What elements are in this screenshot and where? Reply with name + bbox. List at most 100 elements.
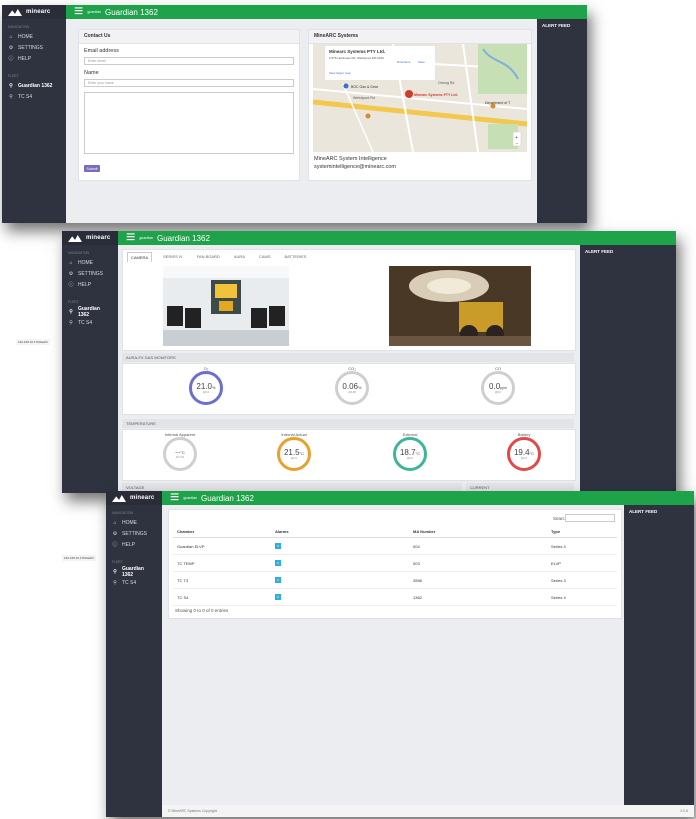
zoom-out-icon[interactable]: −	[516, 141, 519, 147]
tab-series-iv[interactable]: SERIES IV	[160, 252, 186, 262]
menu-icon[interactable]: ≡	[126, 231, 135, 247]
save-link[interactable]: Save	[418, 60, 425, 64]
topbar-subtitle: guardian	[87, 10, 101, 14]
home-icon: ⌂	[113, 519, 117, 526]
sidebar-item-home[interactable]: ⌂ HOME	[106, 517, 162, 528]
sidebar-item-guardian-1362[interactable]: ⚲ Guardian 1362	[2, 80, 66, 91]
sidebar-item-label: TC S4	[122, 579, 137, 586]
cell-type: Series 4	[547, 588, 617, 606]
gauge-internal-apparent: Internal Apparent ---°C 16 °C/h	[163, 432, 197, 471]
table-row[interactable]: Guardian ELVP 0 004 Series 4	[173, 537, 617, 555]
sidebar-item-home[interactable]: ⌂ HOME	[62, 257, 118, 268]
sidebar-item-help[interactable]: ⓘ HELP	[106, 539, 162, 550]
sidebar-item-help[interactable]: ⓘ HELP	[62, 279, 118, 290]
view-larger-map-link[interactable]: View larger map	[329, 71, 351, 75]
alert-feed-panel: ALERT FEED	[537, 19, 587, 223]
logo: minearc	[2, 5, 66, 19]
tab-aura[interactable]: AURA	[231, 252, 248, 262]
gear-icon: ⚙	[68, 270, 74, 277]
systems-header: MineARC Systems	[309, 30, 531, 44]
page-title: Guardian 1362	[104, 7, 158, 17]
table-row[interactable]: TC T3 0 3556 Series 3	[173, 571, 617, 589]
gauge-internal-actual: Internal Actual 21.5°C @0.0	[277, 432, 311, 471]
map-marker-label: Minearc Systems PTY Ltd.	[414, 93, 458, 97]
topbar-subtitle: guardian	[183, 496, 197, 500]
sidebar-item-home[interactable]: ⌂ HOME	[2, 31, 66, 42]
sidebar: minearc NAVIGATION ⌂ HOME ⚙ SETTINGS ⓘ HELP…	[106, 491, 162, 817]
message-textarea[interactable]	[84, 92, 294, 154]
menu-icon[interactable]: ≡	[170, 491, 179, 507]
sidebar-item-help[interactable]: ⓘ HELP	[2, 53, 66, 64]
column-header-chamber[interactable]: Chamber	[173, 526, 271, 538]
search-input[interactable]	[565, 514, 615, 522]
map-place-label: Orrong Rd	[438, 81, 454, 85]
sidebar-item-tc-s4[interactable]: ⚲ TC S4	[62, 317, 118, 328]
temperature-panel: Internal Apparent ---°C 16 °C/h Internal …	[122, 429, 576, 481]
link-icon: ⚲	[113, 579, 117, 586]
name-field[interactable]: Enter your name	[84, 79, 294, 87]
link-icon: ⚲	[113, 568, 117, 575]
tab-cams[interactable]: CAMS	[256, 252, 274, 262]
tab-fan-board[interactable]: FAN BOARD	[194, 252, 223, 262]
map-place-label: Welshpool Rd	[353, 96, 375, 100]
column-header-alarms[interactable]: Alarms	[271, 526, 409, 538]
gauge-dial: 21.0% @0.0	[189, 371, 223, 405]
sidebar-item-guardian-1362[interactable]: ⚲ Guardian 1362	[106, 566, 162, 578]
table-info: Showing 0 to 0 of 0 entries	[175, 608, 229, 613]
logo: minearc	[62, 231, 118, 245]
topbar: ≡ guardian Guardian 1362	[66, 5, 587, 21]
directions-link[interactable]: Directions	[397, 60, 411, 64]
tab-camera[interactable]: CAMERA	[127, 252, 153, 262]
gas-monitors-header: AURA-FX GAS MONITORS	[122, 353, 574, 362]
version-label: 2.0.6	[680, 809, 688, 813]
gauge-dial: 21.5°C @0.0	[277, 437, 311, 471]
cell-ma: 3556	[409, 571, 547, 589]
column-header-ma-number[interactable]: MA Number	[409, 526, 547, 538]
menu-icon[interactable]: ≡	[74, 5, 83, 21]
sidebar-section-fleet: FLEET	[112, 560, 123, 564]
sidebar-item-guardian-1362[interactable]: ⚲ Guardian 1362	[62, 306, 118, 318]
map-place-label: Department of T	[485, 101, 511, 105]
gauge-value: 21.0	[196, 382, 212, 391]
page-title: Guardian 1362	[156, 233, 210, 243]
gauge-sub: @0.0	[406, 457, 413, 460]
sidebar-item-settings[interactable]: ⚙ SETTINGS	[62, 268, 118, 279]
alert-feed-title: ALERT FEED	[585, 249, 614, 254]
gauge-dial: 18.7°C @0.0	[393, 437, 427, 471]
gauge-unit: %	[212, 385, 216, 390]
gauge-value: 0.06	[342, 382, 358, 391]
sidebar-section-nav: NAVIGATION	[8, 25, 30, 29]
sidebar-item-settings[interactable]: ⚙ SETTINGS	[106, 528, 162, 539]
topbar: ≡ guardian Guardian 1362	[162, 491, 694, 507]
cell-type: ELVP	[547, 554, 617, 572]
gauge-o2: O₂ 21.0% @0.0	[189, 366, 223, 405]
map[interactable]: Minearc Systems PTY Ltd. 1/275 Hectlower…	[313, 44, 527, 152]
cell-ma: 004	[409, 537, 547, 555]
gauge-unit: °C	[529, 451, 535, 456]
cell-type: Series 4	[547, 537, 617, 555]
chamber-camera-image	[163, 266, 289, 346]
table-row[interactable]: TC TEMP 0 003 ELVP	[173, 554, 617, 572]
email-field[interactable]: Enter email	[84, 57, 294, 65]
submit-button[interactable]: Submit	[84, 165, 100, 172]
minearc-logo-icon	[68, 234, 82, 242]
alert-feed-title: ALERT FEED	[629, 509, 658, 514]
sidebar-item-label: SETTINGS	[78, 270, 104, 277]
gauge-sub: @0.0	[290, 457, 297, 460]
gear-icon: ⚙	[112, 530, 118, 537]
sidebar-section-fleet: FLEET	[8, 74, 19, 78]
systems-email[interactable]: systemintelligence@minearc.com	[314, 164, 396, 170]
map-card-address: 1/275 Hectlower Rd, Welshpool WA 6106	[329, 56, 384, 60]
tab-batteries[interactable]: BATTERIES	[282, 252, 310, 262]
gauge-value: 0.0	[489, 382, 501, 391]
window-table: minearc NAVIGATION ⌂ HOME ⚙ SETTINGS ⓘ HELP…	[106, 491, 694, 817]
table-row[interactable]: TC S4 0 1362 Series 4	[173, 588, 617, 606]
column-header-type[interactable]: Type	[547, 526, 617, 538]
logo: minearc	[106, 491, 162, 505]
status-url: 192.168.10.176/dashb	[16, 339, 50, 345]
sidebar-item-settings[interactable]: ⚙ SETTINGS	[2, 42, 66, 53]
alarm-badge: 0	[275, 543, 281, 549]
sidebar-item-tc-s4[interactable]: ⚲ TC S4	[106, 577, 162, 588]
sidebar-item-tc-s4[interactable]: ⚲ TC S4	[2, 91, 66, 102]
gauge-dial: 19.4°C @0.0	[507, 437, 541, 471]
